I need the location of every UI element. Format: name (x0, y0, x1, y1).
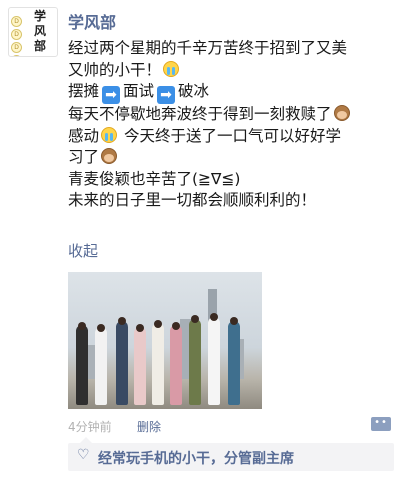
post-line-text: 摆摊 (68, 82, 100, 100)
post-timestamp: 4分钟前 (68, 420, 112, 434)
photo-person (170, 325, 182, 405)
avatar-dot: D (11, 29, 22, 40)
avatar-text: 学 风 部 (27, 9, 53, 54)
crying-face-emoji-icon (101, 126, 118, 143)
photo-head (118, 317, 126, 325)
post-line: 未来的日子里一切都会顺顺利利的！ (68, 190, 398, 212)
photo-head (191, 315, 199, 323)
post-line: 每天不停歇地奔波终于得到一刻救赎了 (68, 104, 398, 126)
avatar-dots: D D D D (11, 16, 22, 56)
avatar-dot: D (11, 55, 22, 56)
heart-outline-icon: ♡ (77, 447, 90, 463)
photo-person (95, 327, 107, 405)
post-line: 青麦俊颖也辛苦了(≧∇≦) (68, 169, 398, 191)
more-comment-icon[interactable]: •• (371, 417, 391, 431)
photo-head (172, 322, 180, 330)
collapse-link[interactable]: 收起 (68, 240, 98, 261)
post-line-text: 经过两个星期的千辛万苦终于招到了又美 (68, 39, 348, 57)
post-line-text: 破冰 (178, 82, 210, 100)
avatar-dot: D (11, 16, 22, 27)
avatar-dot: D (11, 42, 22, 53)
likes-names[interactable]: 经常玩手机的小干，分管副主席 (98, 448, 294, 468)
post-line: 感动 今天终于送了一口气可以好好学 (68, 126, 398, 148)
post-text: 经过两个星期的千辛万苦终于招到了又美 又帅的小干！ 摆摊 ➡ 面试 ➡ 破冰 每天不停歇… (68, 38, 398, 212)
post-line-text: 今天终于送了一口气可以好好学 (119, 126, 341, 145)
photo-person (134, 327, 146, 405)
post-line-text: 青麦俊颖也辛苦了(≧∇≦) (68, 169, 241, 188)
right-arrow-emoji-icon: ➡ (102, 86, 121, 104)
post-line-text: 又帅的小干！ (68, 60, 162, 79)
post-line-text: 感动 (68, 126, 100, 145)
likes-bar: ♡ 经常玩手机的小干，分管副主席 (68, 437, 394, 471)
avatar[interactable]: D D D D 学 风 部 (8, 7, 58, 57)
delete-link[interactable]: 删除 (137, 418, 161, 435)
crying-face-emoji-icon (163, 60, 180, 77)
post-line-text: 每天不停歇地奔波终于得到一刻救赎了 (68, 105, 332, 123)
photo-head (97, 324, 105, 332)
avatar-char: 风 (33, 24, 46, 38)
photo-head (154, 320, 162, 328)
avatar-char: 学 (33, 9, 46, 23)
post-line-text: 面试 (123, 82, 155, 100)
photo-head (230, 317, 238, 325)
photo-head (78, 322, 86, 330)
photo-person (116, 321, 128, 405)
post-line: 摆摊 ➡ 面试 ➡ 破冰 (68, 81, 398, 104)
photo-person (228, 321, 240, 405)
photo-person (208, 317, 220, 405)
post-line-text: 未来的日子里一切都会顺顺利利的！ (68, 191, 317, 209)
post-photo[interactable] (68, 272, 262, 409)
post-line: 习了 (68, 147, 398, 169)
avatar-char: 部 (33, 39, 46, 53)
post-line: 经过两个星期的千辛万苦终于招到了又美 (68, 38, 398, 60)
post-line: 又帅的小干！ (68, 60, 398, 82)
post-line-text: 习了 (68, 148, 100, 166)
monkey-emoji-icon (333, 105, 350, 121)
photo-person (76, 325, 88, 405)
photo-person (189, 319, 201, 405)
photo-person (152, 323, 164, 405)
monkey-emoji-icon (101, 148, 118, 164)
photo-head (210, 313, 218, 321)
right-arrow-emoji-icon: ➡ (157, 86, 176, 104)
author-name[interactable]: 学风部 (68, 9, 116, 33)
photo-head (136, 324, 144, 332)
